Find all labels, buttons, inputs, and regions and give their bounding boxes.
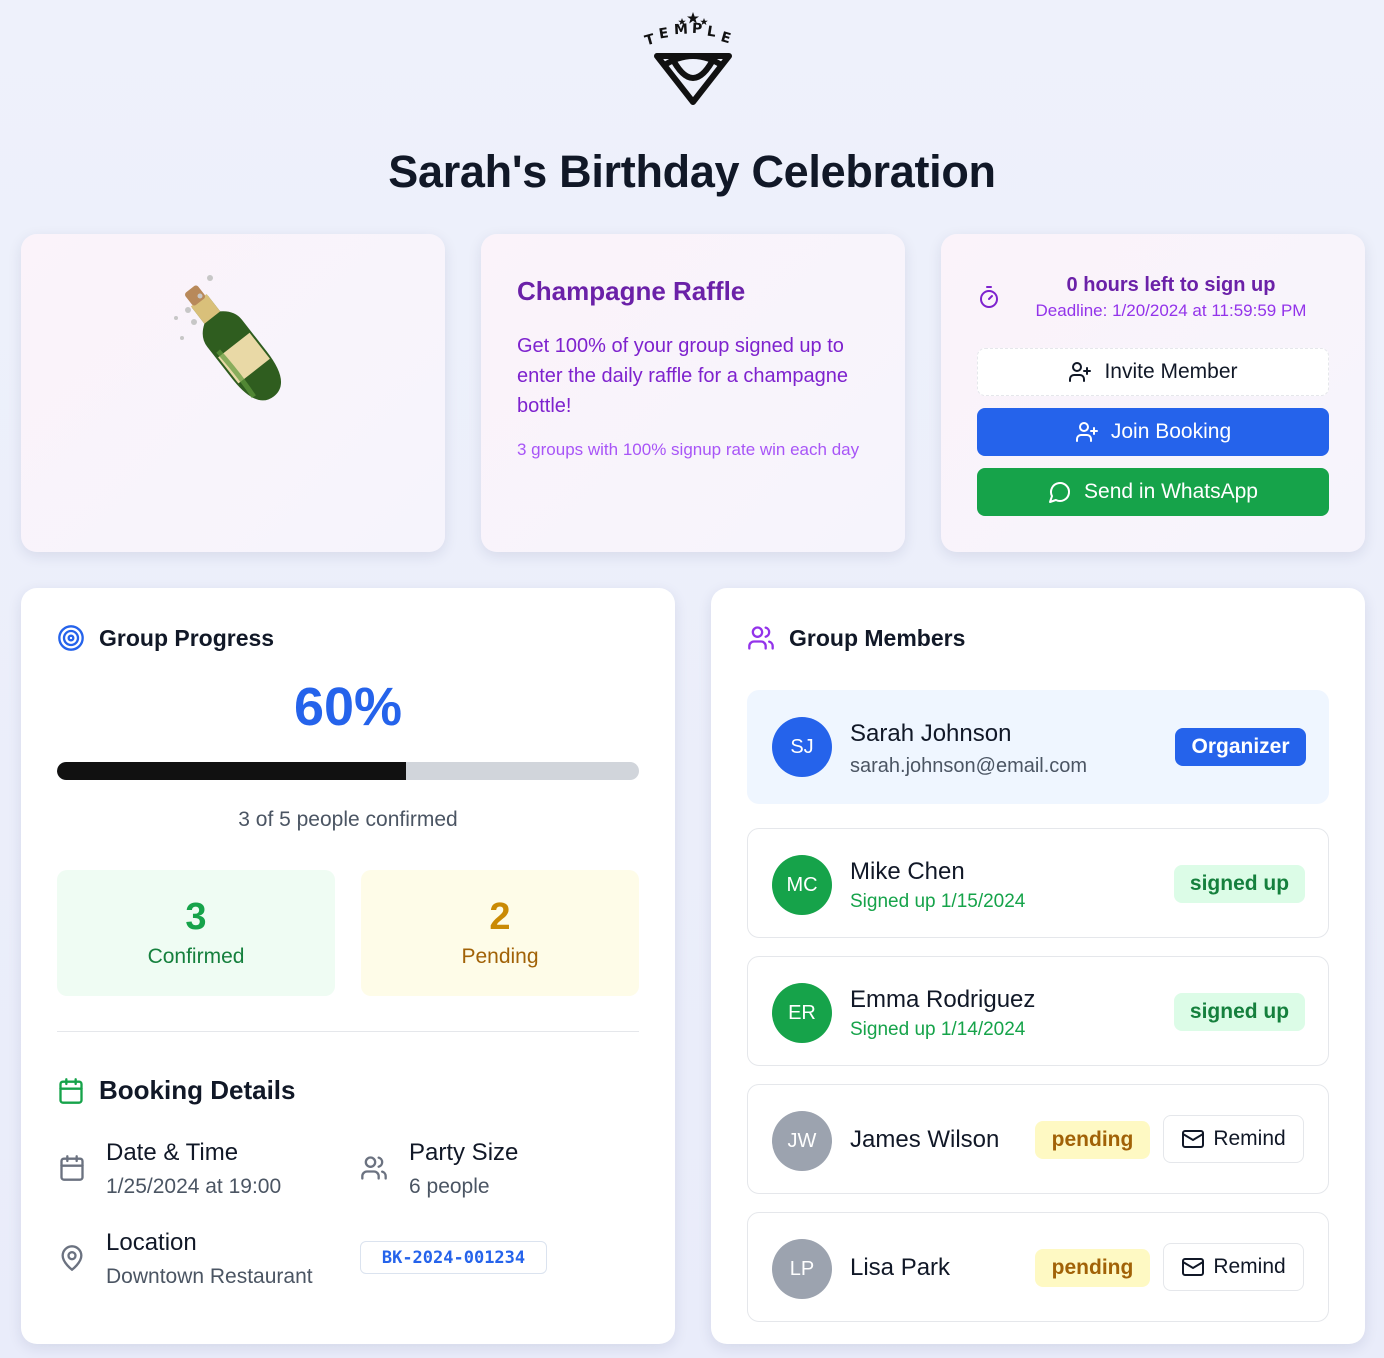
temple-logo-icon[interactable]: T E M P L E — [641, 10, 745, 110]
avatar: MC — [772, 855, 832, 915]
join-booking-label: Join Booking — [1110, 420, 1232, 443]
status-badge: signed up — [1174, 993, 1305, 1031]
deadline-text: Deadline: 1/20/2024 at 11:59:59 PM — [1035, 301, 1307, 320]
group-members-card: Group Members SJ Sarah Johnson sarah.joh… — [711, 588, 1365, 1344]
champagne-bottle-icon — [174, 275, 281, 401]
remind-button[interactable]: Remind — [1163, 1243, 1304, 1291]
calendar-icon — [59, 1077, 83, 1104]
status-badge: pending — [1035, 1249, 1150, 1287]
member-row-emma-rodriguez[interactable]: ER Emma Rodriguez Signed up 1/14/2024 si… — [747, 956, 1329, 1066]
svg-text:E: E — [719, 29, 733, 47]
send-whatsapp-label: Send in WhatsApp — [1084, 480, 1258, 503]
pending-count: 2 — [489, 896, 511, 938]
date-time-value: 1/25/2024 at 19:00 — [106, 1175, 282, 1198]
users-icon — [361, 1156, 387, 1180]
progress-bar — [57, 762, 639, 780]
member-row-lisa-park[interactable]: LP Lisa Park pending Remind — [747, 1212, 1329, 1322]
member-signup-date: Signed up 1/14/2024 — [850, 1019, 1026, 1040]
member-signup-date: Signed up 1/15/2024 — [850, 891, 1026, 912]
status-badge: signed up — [1174, 865, 1305, 903]
group-members-heading: Group Members — [747, 624, 965, 652]
users-icon — [748, 626, 774, 650]
location-title: Location — [106, 1229, 197, 1256]
avatar: ER — [772, 983, 832, 1043]
confirmed-stat: 3 Confirmed — [57, 870, 335, 996]
location-value: Downtown Restaurant — [106, 1265, 313, 1288]
raffle-description: Get 100% of your group signed up to ente… — [517, 335, 848, 417]
pending-label: Pending — [461, 945, 539, 968]
raffle-title: Champagne Raffle — [517, 276, 746, 306]
party-size-title: Party Size — [409, 1139, 519, 1166]
member-name: James Wilson — [850, 1126, 1000, 1153]
confirmed-count: 3 — [185, 896, 207, 938]
remind-label: Remind — [1213, 1255, 1286, 1278]
confirmed-label: Confirmed — [147, 945, 245, 968]
svg-text:E: E — [658, 25, 670, 42]
member-email: sarah.johnson@email.com — [850, 755, 1088, 777]
mail-icon — [1182, 1258, 1205, 1276]
join-booking-button[interactable]: Join Booking — [977, 408, 1329, 456]
svg-text:P: P — [692, 21, 703, 38]
group-members-title: Group Members — [789, 624, 966, 651]
remind-button[interactable]: Remind — [1163, 1115, 1304, 1163]
progress-bar-fill — [57, 762, 407, 780]
member-name: Emma Rodriguez — [850, 986, 1036, 1013]
date-time-title: Date & Time — [106, 1139, 239, 1166]
member-name: Sarah Johnson — [850, 720, 1012, 747]
organizer-badge: Organizer — [1175, 728, 1306, 766]
timer-icon — [980, 286, 998, 308]
map-pin-icon — [61, 1245, 83, 1272]
member-name: Lisa Park — [850, 1254, 951, 1281]
mail-icon — [1182, 1130, 1205, 1148]
avatar: SJ — [772, 717, 832, 777]
avatar: JW — [772, 1111, 832, 1171]
pending-stat: 2 Pending — [361, 870, 639, 996]
remind-label: Remind — [1213, 1127, 1286, 1150]
send-whatsapp-button[interactable]: Send in WhatsApp — [977, 468, 1329, 516]
message-circle-icon — [1049, 482, 1070, 503]
target-icon — [58, 625, 84, 651]
svg-text:T: T — [643, 31, 657, 49]
member-row-james-wilson[interactable]: JW James Wilson pending Remind — [747, 1084, 1329, 1194]
member-name: Mike Chen — [850, 858, 965, 885]
invite-member-button[interactable]: Invite Member — [977, 348, 1329, 396]
avatar: LP — [772, 1239, 832, 1299]
progress-percent: 60% — [293, 677, 403, 737]
user-plus-icon — [1075, 422, 1098, 442]
status-badge: pending — [1035, 1121, 1150, 1159]
booking-details-heading: Booking Details — [57, 1075, 295, 1106]
booking-details-title: Booking Details — [99, 1075, 296, 1105]
group-progress-heading: Group Progress — [57, 624, 274, 652]
page-title: Sarah's Birthday Celebration — [388, 146, 996, 197]
confirmed-summary: 3 of 5 people confirmed — [238, 808, 458, 831]
svg-text:M: M — [674, 22, 689, 39]
booking-id-badge: BK-2024-001234 — [360, 1241, 547, 1274]
user-plus-icon — [1069, 362, 1092, 382]
raffle-note: 3 groups with 100% signup rate win each … — [517, 440, 860, 459]
divider — [57, 1031, 639, 1032]
party-size-value: 6 people — [409, 1175, 490, 1198]
invite-member-label: Invite Member — [1104, 360, 1238, 383]
hours-left-text: 0 hours left to sign up — [1066, 274, 1276, 296]
calendar-icon — [60, 1155, 84, 1181]
member-row-mike-chen[interactable]: MC Mike Chen Signed up 1/15/2024 signed … — [747, 828, 1329, 938]
member-row-sarah-johnson[interactable]: SJ Sarah Johnson sarah.johnson@email.com… — [747, 690, 1329, 804]
group-progress-title: Group Progress — [99, 624, 275, 651]
svg-text:L: L — [706, 23, 717, 40]
